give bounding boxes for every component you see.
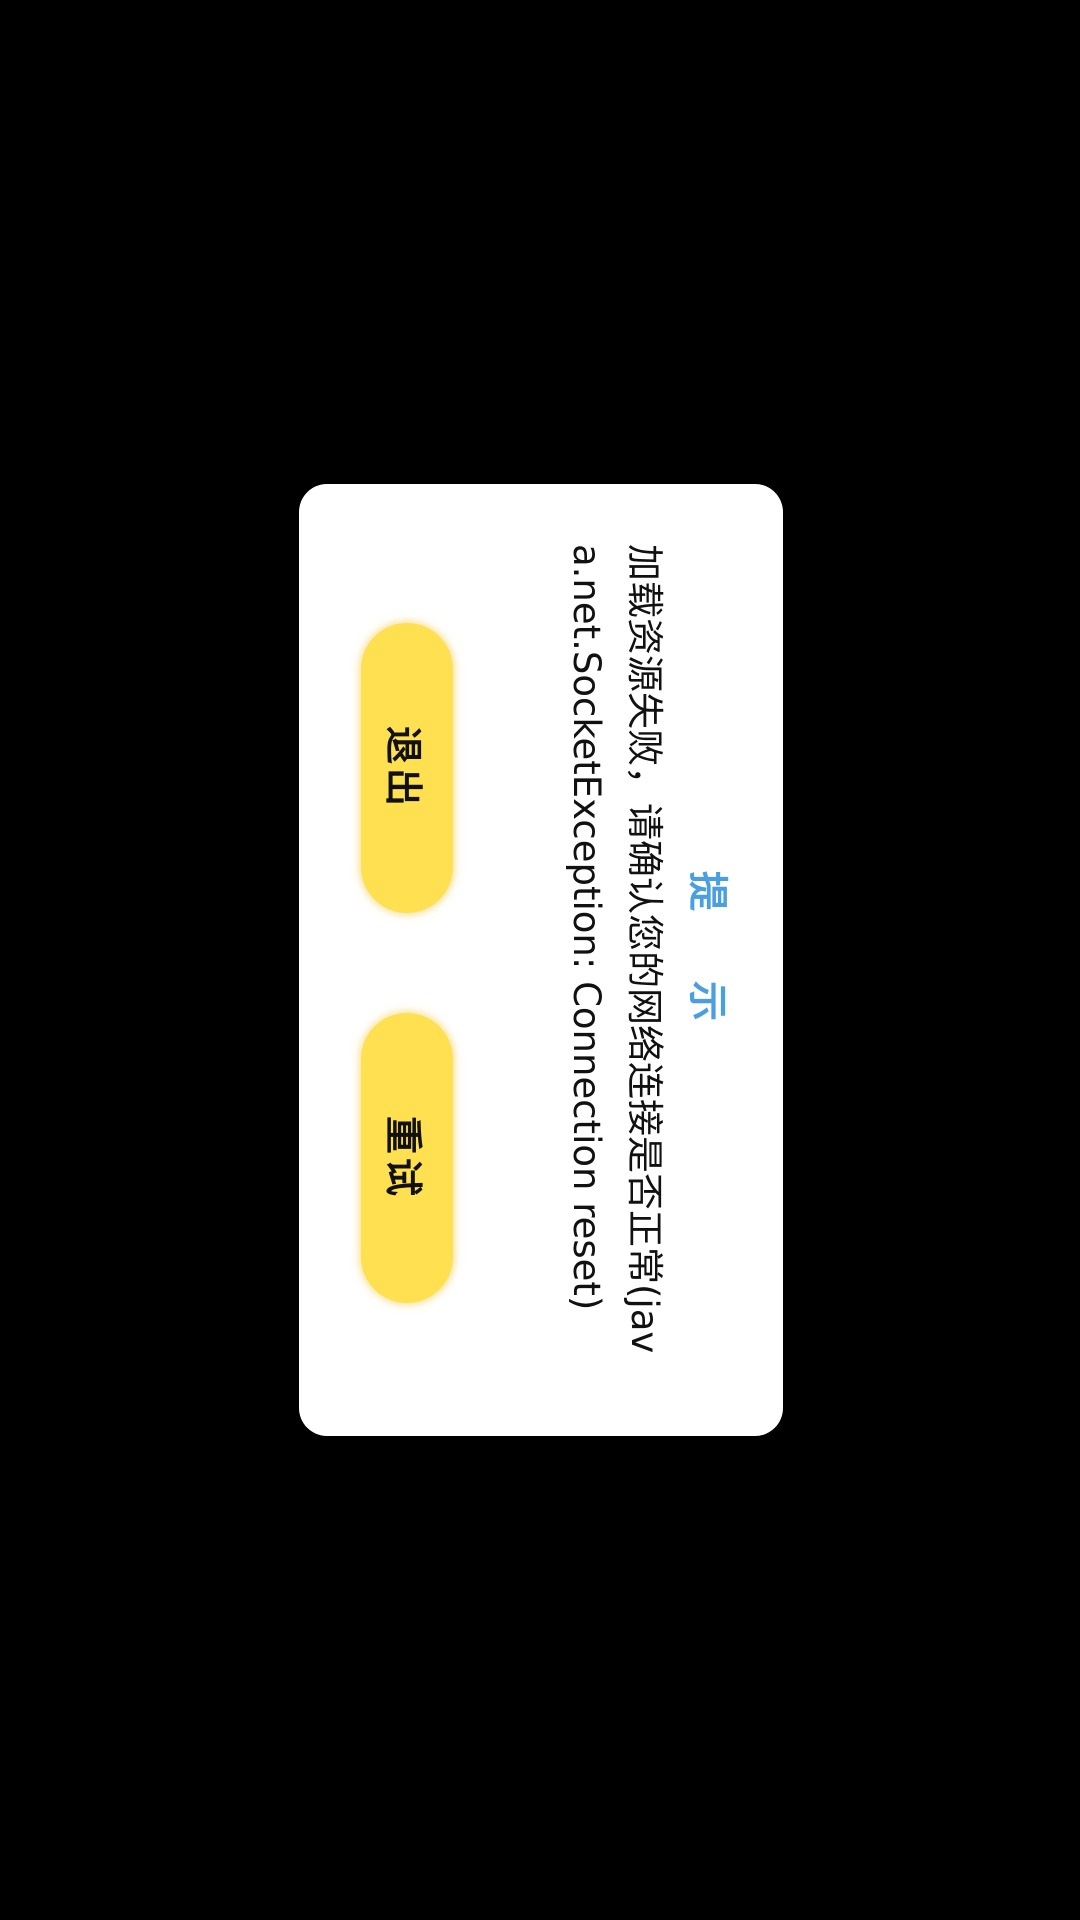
retry-button[interactable]: 重试 xyxy=(361,1013,453,1303)
alert-dialog: 提 示 加载资源失败，请确认您的网络连接是否正常(java.net.Socket… xyxy=(299,484,783,1436)
dialog-title: 提 示 xyxy=(684,871,730,1049)
exit-button[interactable]: 退出 xyxy=(361,623,453,913)
dialog-content: 提 示 加载资源失败，请确认您的网络连接是否正常(java.net.Socket… xyxy=(299,484,783,1436)
screen: 提 示 加载资源失败，请确认您的网络连接是否正常(java.net.Socket… xyxy=(0,0,1080,1920)
dialog-message: 加载资源失败，请确认您的网络连接是否正常(java.net.SocketExce… xyxy=(565,544,666,1354)
